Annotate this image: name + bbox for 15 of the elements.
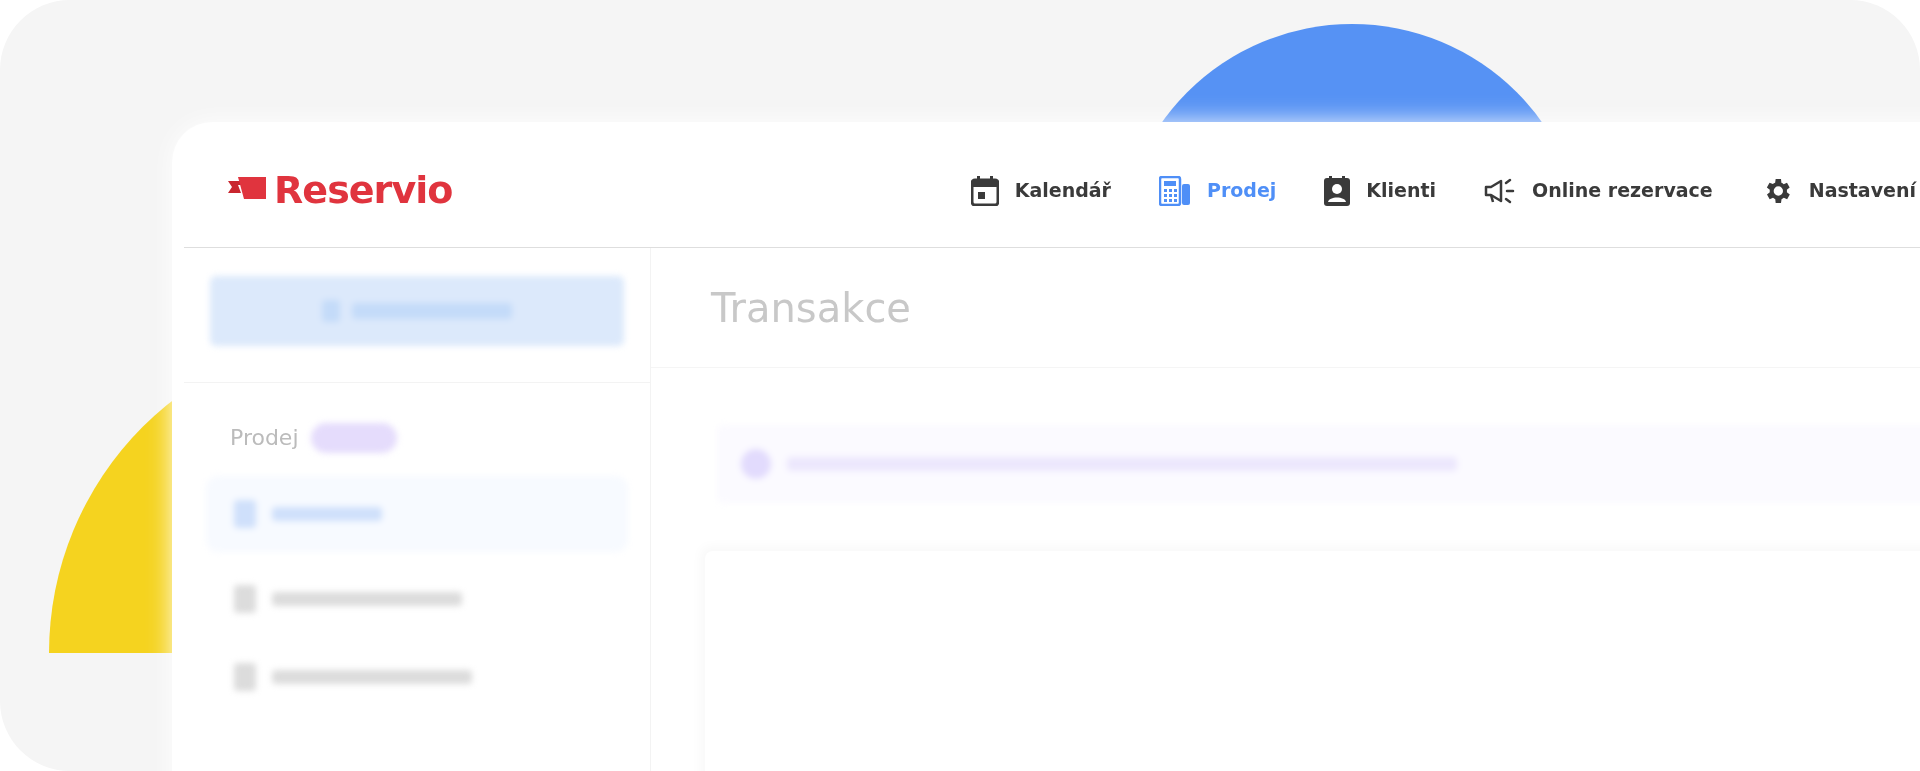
logo-text: Reservio [274, 167, 453, 214]
sidebar-heading: Prodej [230, 424, 299, 452]
megaphone-icon [1484, 177, 1517, 204]
nav-tab[interactable]: Online rezervace [1484, 176, 1713, 205]
calculator-icon [1158, 175, 1191, 206]
item-icon [234, 585, 256, 613]
calendar-icon [970, 175, 999, 206]
new-button[interactable] [210, 276, 624, 346]
nav-tab[interactable]: Klienti [1324, 175, 1437, 206]
item-icon [234, 663, 256, 691]
item-icon [234, 500, 256, 528]
contact-icon [1324, 175, 1351, 206]
info-icon [741, 449, 771, 479]
nav-tab[interactable]: Kalendář [970, 175, 1111, 206]
nav-tab[interactable]: Nastavení [1760, 174, 1916, 207]
